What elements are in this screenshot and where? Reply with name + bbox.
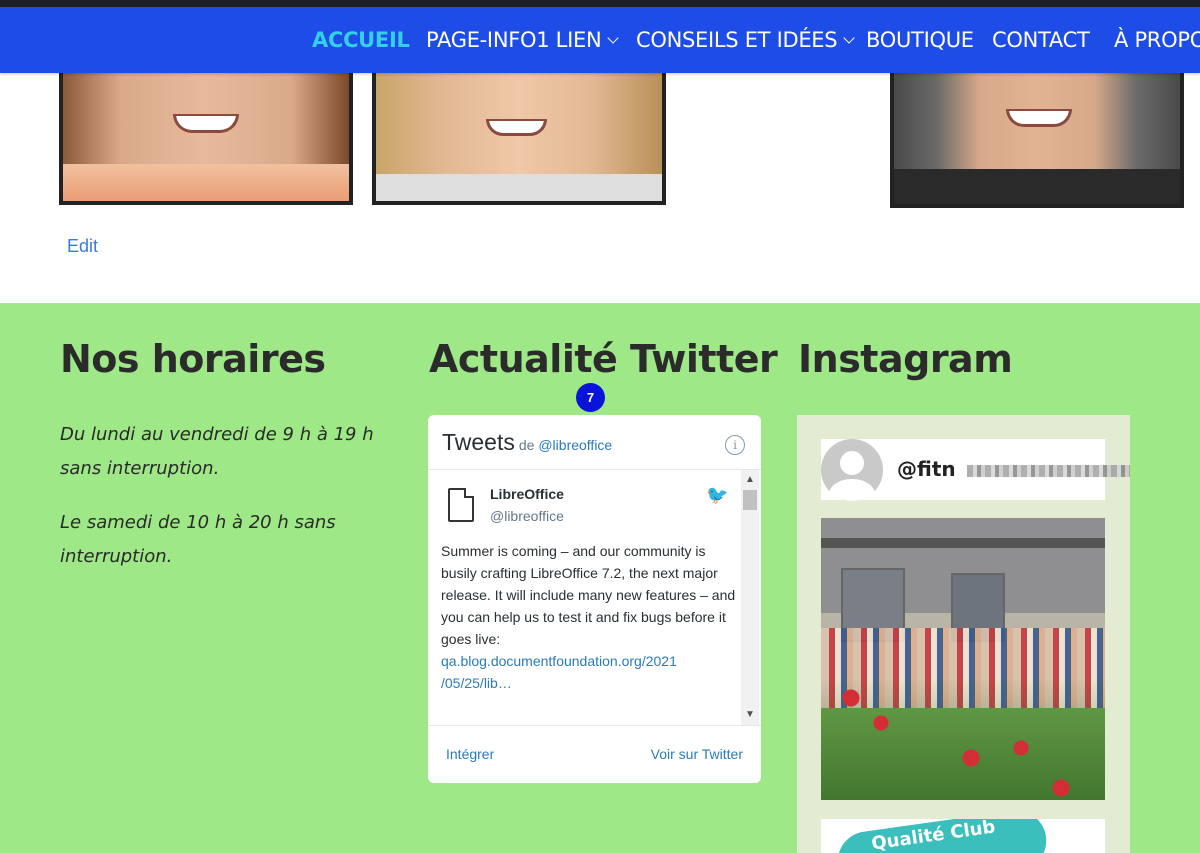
nav-item-label: BOUTIQUE bbox=[866, 28, 974, 52]
info-icon[interactable]: i bbox=[725, 435, 745, 455]
twitter-widget-header: Tweets de @libreoffice i bbox=[428, 415, 761, 470]
notification-badge: 7 bbox=[576, 383, 605, 412]
twitter-widget-footer: Intégrer Voir sur Twitter bbox=[428, 725, 761, 783]
nav-item-label: CONTACT bbox=[992, 28, 1090, 52]
chevron-down-icon bbox=[843, 32, 855, 44]
main-navigation: ACCUEIL PAGE-INFO1 LIEN CONSEILS ET IDÉE… bbox=[0, 7, 1200, 73]
edit-link[interactable]: Edit bbox=[67, 236, 98, 257]
opening-hours: Du lundi au vendredi de 9 h à 19 h sans … bbox=[60, 418, 380, 594]
twitter-account-link[interactable]: @libreoffice bbox=[538, 437, 612, 453]
tweet-author-handle[interactable]: @libreoffice bbox=[490, 508, 564, 524]
tweet-body: Summer is coming – and our community is … bbox=[441, 543, 736, 647]
tweet-link[interactable]: qa.blog.documentfoundation.org/2021 bbox=[441, 650, 736, 672]
instagram-title: Instagram bbox=[798, 337, 1013, 381]
scroll-up-icon[interactable]: ▲ bbox=[741, 472, 759, 488]
avatar bbox=[821, 439, 883, 501]
nav-item-contact[interactable]: CONTACT bbox=[992, 28, 1090, 52]
nav-item-label: ACCUEIL bbox=[312, 28, 410, 52]
twitter-title: Actualité Twitter bbox=[429, 337, 778, 381]
nav-item-page-info1[interactable]: PAGE-INFO1 LIEN bbox=[426, 28, 620, 52]
twitter-timeline-widget: Tweets de @libreoffice i LibreOffice @lib… bbox=[428, 415, 761, 783]
twitter-widget-title: Tweets de @libreoffice bbox=[442, 429, 612, 456]
chevron-down-icon bbox=[607, 32, 620, 44]
nav-item-label: CONSEILS ET IDÉES bbox=[636, 28, 838, 52]
tweet-text: Summer is coming – and our community is … bbox=[441, 540, 736, 694]
view-on-twitter-link[interactable]: Voir sur Twitter bbox=[651, 746, 743, 762]
embed-link[interactable]: Intégrer bbox=[446, 746, 494, 762]
scrollbar-thumb[interactable] bbox=[743, 490, 757, 510]
nav-item-accueil[interactable]: ACCUEIL bbox=[312, 28, 410, 52]
redacted-handle bbox=[967, 465, 1130, 477]
tweets-label: Tweets bbox=[442, 429, 515, 455]
twitter-bird-icon[interactable]: 🐦 bbox=[706, 485, 728, 506]
libreoffice-avatar-icon[interactable] bbox=[448, 488, 474, 522]
tweet-scrollbar[interactable]: ▲ ▼ bbox=[741, 470, 759, 725]
instagram-post-photo[interactable] bbox=[821, 518, 1105, 800]
nav-item-boutique[interactable]: BOUTIQUE bbox=[866, 28, 974, 52]
nav-item-a-propos[interactable]: À PROPO bbox=[1114, 28, 1200, 52]
instagram-profile[interactable]: @fitn bbox=[821, 439, 1130, 501]
team-photo bbox=[890, 60, 1184, 208]
hours-title: Nos horaires bbox=[60, 337, 326, 381]
by-prefix: de bbox=[518, 437, 535, 453]
nav-item-label: À PROPO bbox=[1114, 28, 1200, 52]
instagram-feed: @fitn Qualité Club bbox=[797, 415, 1130, 853]
instagram-post-logo[interactable]: Qualité Club bbox=[821, 819, 1105, 853]
nav-item-label: PAGE-INFO1 LIEN bbox=[426, 28, 602, 52]
team-photo bbox=[372, 60, 666, 205]
instagram-handle[interactable]: @fitn bbox=[897, 457, 956, 481]
top-strip bbox=[0, 0, 1200, 7]
hours-saturday: Le samedi de 10 h à 20 h sans interrupti… bbox=[60, 512, 336, 567]
nav-item-conseils[interactable]: CONSEILS ET IDÉES bbox=[636, 28, 855, 52]
scroll-down-icon[interactable]: ▼ bbox=[741, 707, 759, 723]
tweet-list: LibreOffice @libreoffice 🐦 Summer is com… bbox=[428, 470, 740, 725]
hours-weekday: Du lundi au vendredi de 9 h à 19 h sans … bbox=[60, 424, 374, 479]
team-photo bbox=[59, 60, 353, 205]
twitter-by: de @libreoffice bbox=[519, 437, 612, 453]
tweet-author-name[interactable]: LibreOffice bbox=[490, 486, 564, 502]
tweet-link-continued[interactable]: /05/25/lib… bbox=[441, 672, 736, 694]
